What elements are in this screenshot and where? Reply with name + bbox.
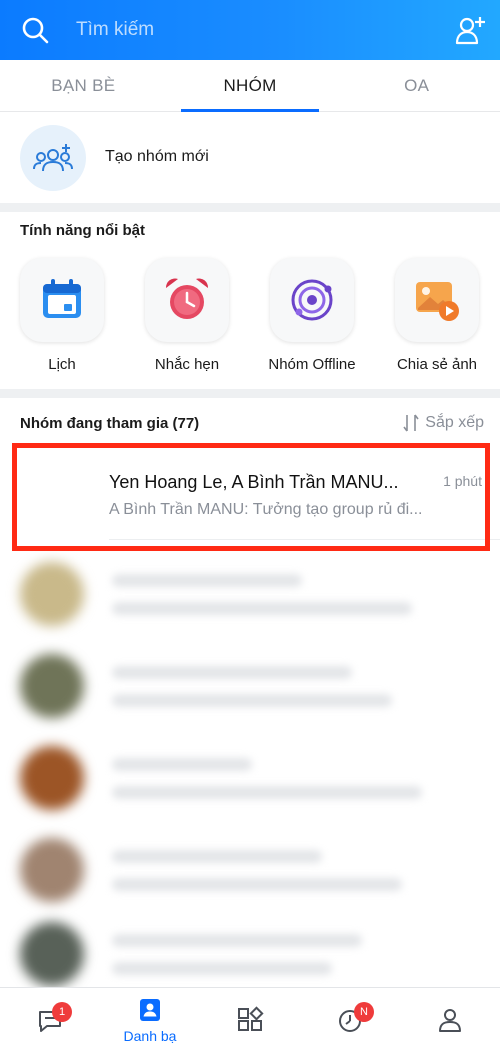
nav-contacts[interactable]: Danh bạ (100, 988, 200, 1051)
new-badge: N (354, 1002, 374, 1022)
feature-calendar[interactable]: Lịch (20, 258, 104, 373)
nav-profile[interactable] (400, 988, 500, 1051)
group-row[interactable] (0, 640, 500, 732)
nav-contacts-label: Danh bạ (123, 1028, 177, 1044)
top-header: Tìm kiếm (0, 0, 500, 60)
feature-label: Lịch (48, 356, 76, 373)
apps-grid-icon (238, 1006, 264, 1031)
alarm-clock-icon (165, 278, 209, 319)
group-row[interactable] (0, 548, 500, 640)
blurred-text (112, 694, 392, 707)
group-row[interactable] (0, 824, 500, 916)
calendar-icon (43, 279, 81, 318)
section-divider (0, 203, 500, 212)
orbit-icon (291, 279, 333, 321)
sort-button[interactable]: Sắp xếp (403, 414, 484, 432)
blurred-text (112, 962, 332, 975)
feature-tile (395, 258, 479, 342)
feature-offline-group[interactable]: Nhóm Offline (268, 258, 356, 373)
features-title: Tính năng nổi bật (20, 222, 145, 239)
highlight-box (12, 443, 490, 551)
add-group-icon (33, 144, 73, 172)
feature-label: Nhắc hẹn (154, 356, 220, 373)
group-avatar (20, 562, 84, 626)
search-icon[interactable] (20, 15, 50, 45)
section-divider (0, 389, 500, 398)
blurred-text (112, 850, 322, 863)
contact-tabs: BẠN BÈ NHÓM OA (0, 60, 500, 112)
nav-messages[interactable]: 1 (0, 988, 100, 1051)
blurred-text (112, 602, 412, 615)
group-row[interactable] (0, 732, 500, 824)
unread-badge: 1 (52, 1002, 72, 1022)
create-group-label: Tạo nhóm mới (105, 148, 209, 165)
tab-oa[interactable]: OA (333, 60, 500, 111)
groups-count-title: Nhóm đang tham gia (77) (20, 415, 200, 432)
blurred-text (112, 934, 362, 947)
feature-photo-share[interactable]: Chia sẻ ảnh (395, 258, 479, 373)
blurred-text (112, 878, 402, 891)
profile-icon (439, 1009, 461, 1032)
add-friend-icon[interactable] (454, 14, 486, 46)
search-input[interactable]: Tìm kiếm (76, 19, 154, 41)
feature-label: Nhóm Offline (268, 356, 356, 373)
feature-reminder[interactable]: Nhắc hẹn (145, 258, 229, 373)
feature-tile (20, 258, 104, 342)
group-avatar (20, 746, 84, 810)
feature-tile (270, 258, 354, 342)
blurred-text (112, 666, 352, 679)
bottom-navigation: 1 Danh bạ N (0, 987, 500, 1051)
group-avatar (20, 654, 84, 718)
sort-icon (403, 414, 419, 432)
feature-tile (145, 258, 229, 342)
blurred-text (112, 574, 302, 587)
nav-discover[interactable] (200, 988, 300, 1051)
tab-friends[interactable]: BẠN BÈ (0, 60, 167, 111)
photo-share-icon (416, 282, 459, 321)
group-avatar (20, 838, 84, 902)
feature-label: Chia sẻ ảnh (396, 356, 478, 373)
tab-groups[interactable]: NHÓM (167, 60, 334, 112)
sort-label: Sắp xếp (425, 414, 484, 431)
blurred-text (112, 758, 252, 771)
nav-timeline[interactable]: N (300, 988, 400, 1051)
contacts-icon (140, 999, 160, 1021)
create-group-avatar (20, 125, 86, 191)
blurred-text (112, 786, 422, 799)
create-group-button[interactable]: Tạo nhóm mới (0, 113, 500, 203)
group-avatar (20, 922, 84, 986)
